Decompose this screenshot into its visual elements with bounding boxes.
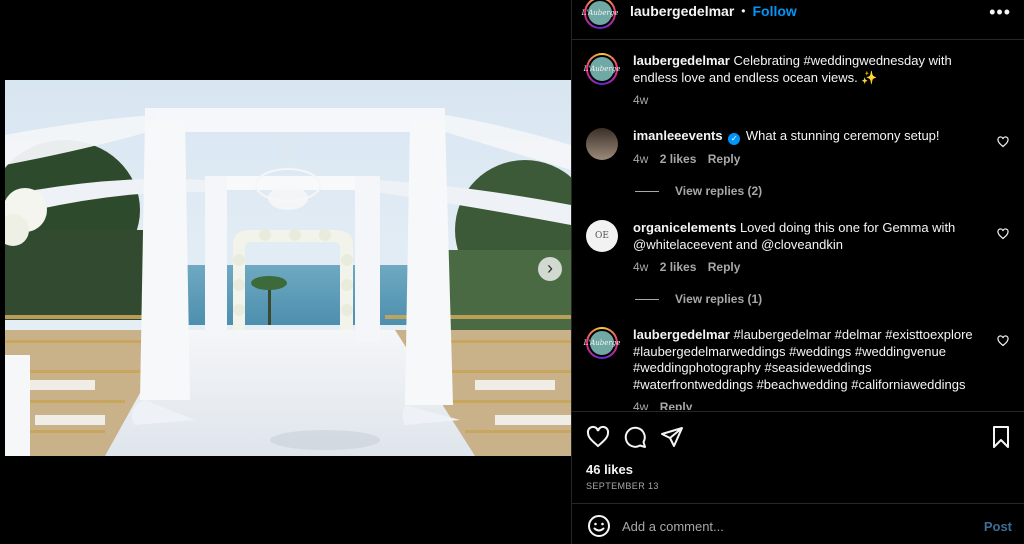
comment-likes[interactable]: 2 likes <box>660 152 697 166</box>
comment-meta: 4w Reply <box>633 399 978 410</box>
comment-username[interactable]: laubergedelmar <box>633 327 730 342</box>
reply-button[interactable]: Reply <box>708 260 741 274</box>
heart-icon[interactable] <box>997 335 1009 347</box>
follow-button[interactable]: Follow <box>752 3 796 19</box>
next-image-button[interactable]: › <box>538 257 562 281</box>
comments-list[interactable]: L'Auberge laubergedelmar Celebrating #we… <box>572 41 1024 410</box>
comment-time[interactable]: 4w <box>633 260 648 274</box>
comment-text: What a stunning ceremony setup! <box>745 128 940 143</box>
share-icon[interactable] <box>660 425 684 449</box>
caption-body: laubergedelmar Celebrating #weddingwedne… <box>633 53 978 109</box>
chevron-right-icon: › <box>547 258 553 278</box>
likes-count[interactable]: 46 likes <box>586 462 633 477</box>
caption-meta: 4w <box>633 92 978 109</box>
comment-username[interactable]: imanleeevents <box>633 128 723 143</box>
bookmark-icon[interactable] <box>989 425 1013 449</box>
heart-icon[interactable] <box>997 136 1009 148</box>
verified-badge-icon: ✓ <box>728 133 741 145</box>
wedding-ceremony-image <box>5 80 571 456</box>
post-date[interactable]: SEPTEMBER 13 <box>586 481 659 491</box>
post-header: L'Auberge laubergedelmar • Follow ••• <box>572 0 1024 40</box>
comment-body: imanleeevents ✓ What a stunning ceremony… <box>633 128 978 168</box>
avatar-photo <box>586 128 618 160</box>
comment-likes[interactable]: 2 likes <box>660 260 697 274</box>
avatar[interactable]: L'Auberge <box>584 327 620 359</box>
media-pane: › <box>0 0 571 544</box>
reply-button[interactable]: Reply <box>708 152 741 166</box>
view-replies-button[interactable]: View replies (1) <box>635 292 762 306</box>
add-comment-bar: Post <box>572 503 1024 544</box>
more-horizontal-icon[interactable]: ••• <box>989 2 1011 23</box>
comment-input[interactable] <box>622 516 952 536</box>
avatar-logo: L'Auberge <box>584 55 620 83</box>
post-side-panel: L'Auberge laubergedelmar • Follow ••• L'… <box>571 0 1024 544</box>
avatar[interactable]: OE <box>586 220 618 252</box>
caption-username[interactable]: laubergedelmar <box>633 53 730 68</box>
divider <box>635 190 659 192</box>
comment-body: laubergedelmar #laubergedelmar #delmar #… <box>633 327 978 410</box>
avatar-logo: L'Auberge <box>582 0 618 27</box>
avatar[interactable]: L'Auberge <box>582 0 618 29</box>
comment-time[interactable]: 4w <box>633 400 648 410</box>
post-actions: 46 likes SEPTEMBER 13 <box>572 411 1024 503</box>
separator-dot: • <box>741 3 746 18</box>
emoji-icon[interactable] <box>587 514 611 538</box>
comment-icon[interactable] <box>623 425 647 449</box>
heart-icon[interactable] <box>997 228 1009 240</box>
comment-username[interactable]: organicelements <box>633 220 736 235</box>
avatar-logo: L'Auberge <box>584 329 620 357</box>
avatar[interactable] <box>586 128 618 160</box>
comment-body: organicelements Loved doing this one for… <box>633 220 978 276</box>
heart-icon[interactable] <box>586 425 610 449</box>
avatar-logo: OE <box>586 220 618 252</box>
divider <box>635 298 659 300</box>
post-photo[interactable] <box>5 80 571 456</box>
caption-time[interactable]: 4w <box>633 93 648 107</box>
view-replies-label: View replies (1) <box>675 292 763 306</box>
comment-time[interactable]: 4w <box>633 152 648 166</box>
header-username[interactable]: laubergedelmar <box>630 3 734 19</box>
reply-button[interactable]: Reply <box>660 400 693 410</box>
view-replies-button[interactable]: View replies (2) <box>635 184 762 198</box>
comment-meta: 4w 2 likes Reply <box>633 259 978 276</box>
avatar[interactable]: L'Auberge <box>584 53 620 85</box>
comment-meta: 4w 2 likes Reply <box>633 151 978 168</box>
view-replies-label: View replies (2) <box>675 184 763 198</box>
post-comment-button[interactable]: Post <box>984 519 1012 534</box>
